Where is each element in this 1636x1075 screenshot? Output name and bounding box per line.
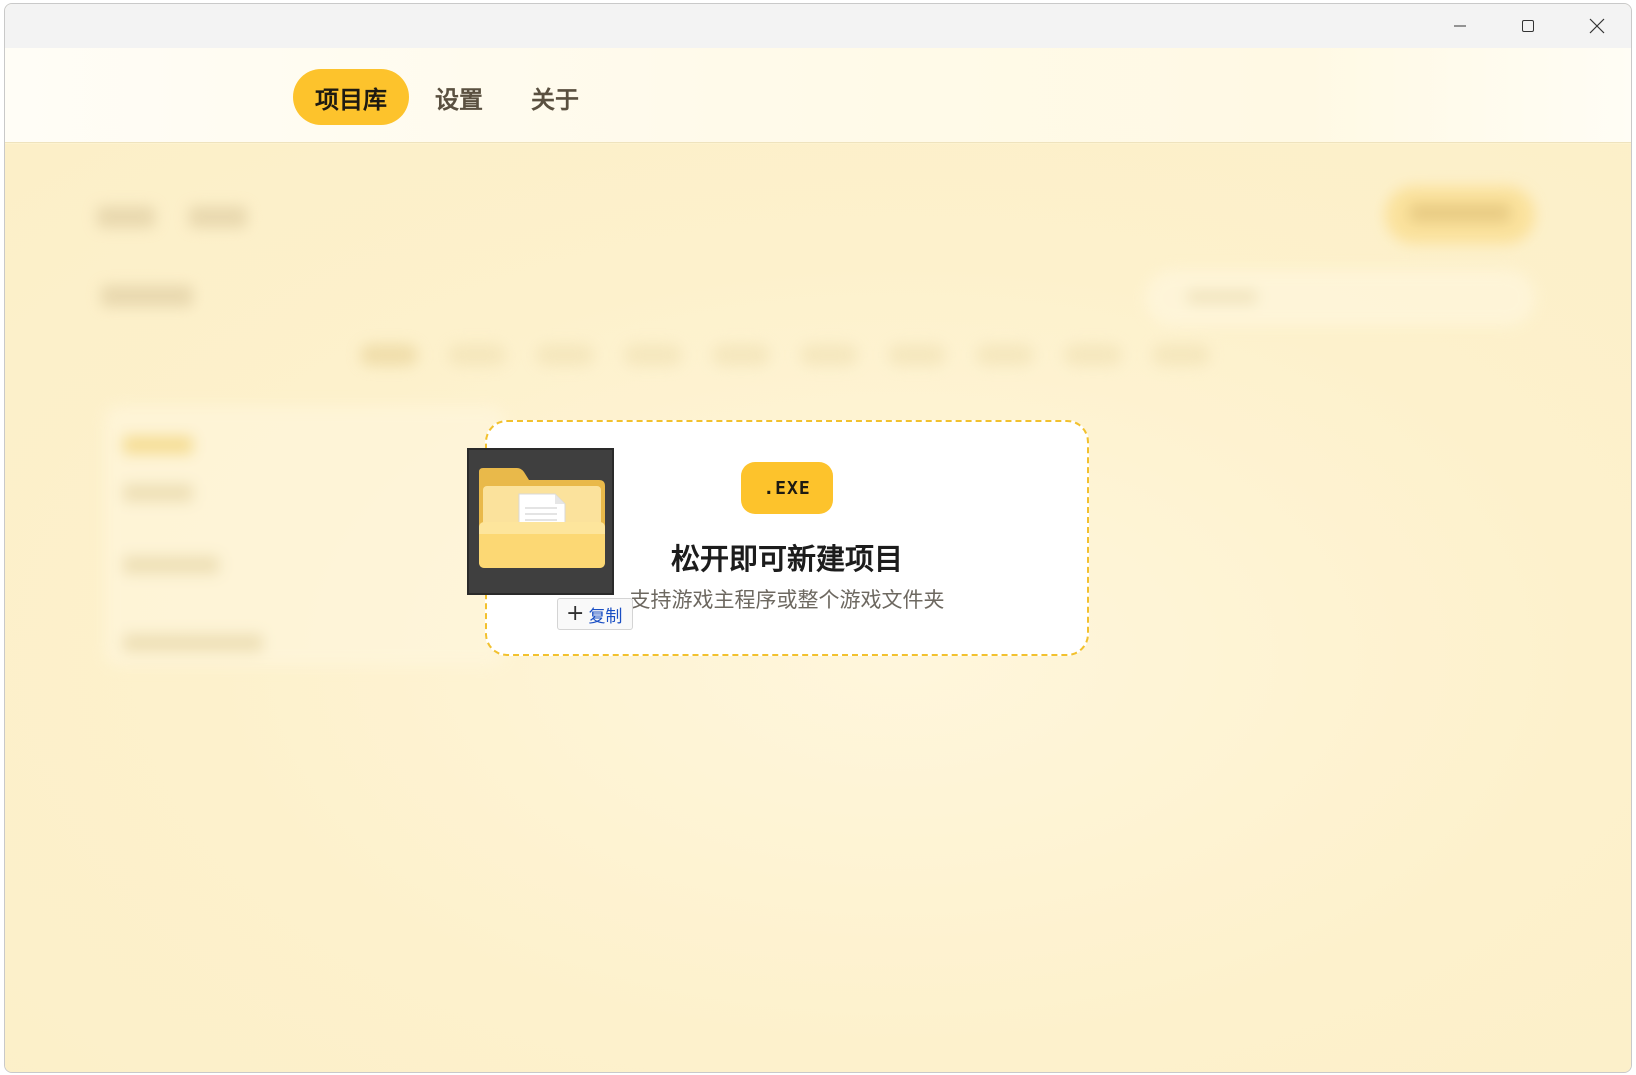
drag-preview <box>467 448 614 595</box>
blurred-project-card <box>105 406 505 666</box>
blurred-heading <box>97 202 247 235</box>
exe-badge: .EXE <box>741 462 833 514</box>
plus-icon: + <box>566 601 585 626</box>
tab-library[interactable]: 项目库 <box>293 69 409 125</box>
minimize-icon <box>1454 25 1466 27</box>
blurred-section-title <box>101 284 193 314</box>
blurred-search-field <box>1145 270 1535 326</box>
close-icon <box>1589 18 1605 34</box>
folder-icon <box>479 468 605 568</box>
top-navigation: 项目库 设置 关于 <box>5 48 1631 143</box>
tab-about[interactable]: 关于 <box>509 69 601 125</box>
maximize-button[interactable] <box>1494 4 1562 48</box>
minimize-button[interactable] <box>1426 4 1494 48</box>
tab-settings[interactable]: 设置 <box>413 69 505 125</box>
title-bar <box>5 4 1631 48</box>
maximize-icon <box>1522 20 1534 32</box>
copy-label: 复制 <box>588 606 623 627</box>
blurred-filter-chips <box>360 344 1210 366</box>
close-button[interactable] <box>1563 4 1631 48</box>
blurred-action-button <box>1385 186 1535 244</box>
copy-drag-tooltip: + 复制 <box>557 598 634 630</box>
app-window: 项目库 设置 关于 .EXE 松开即可新建项目 支持游戏主程序或整个游戏文件夹 … <box>4 3 1632 1073</box>
nav-tabs: 项目库 设置 关于 <box>293 69 605 125</box>
